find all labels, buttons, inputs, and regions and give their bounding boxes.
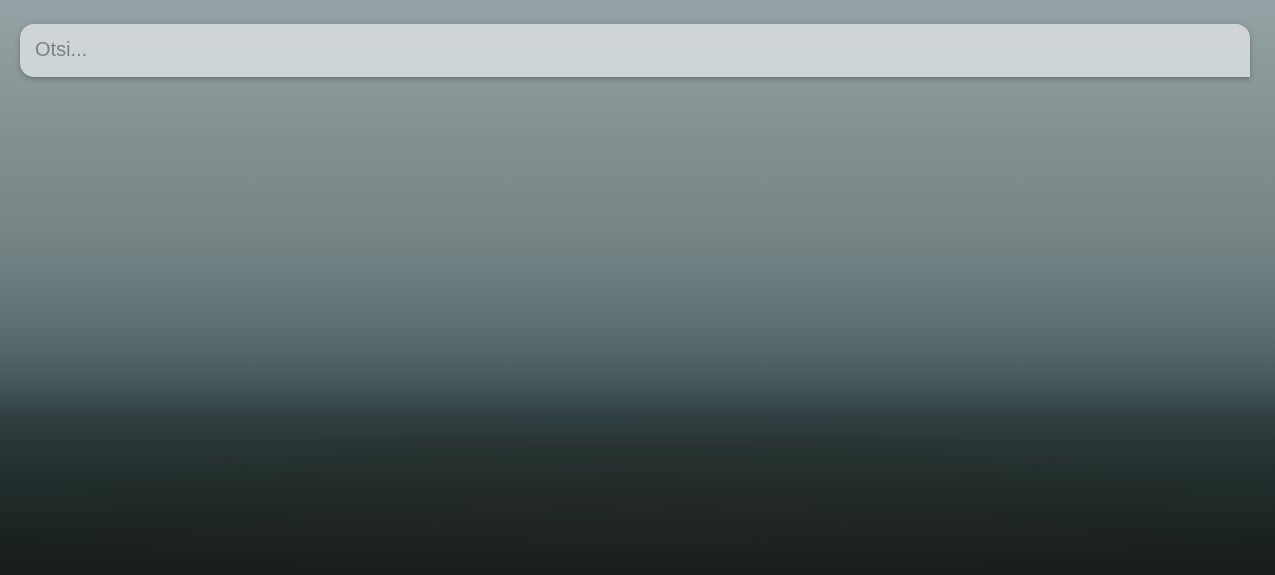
search-input[interactable] — [20, 24, 1250, 77]
search-bar — [20, 24, 1250, 77]
misty-landscape-background — [0, 0, 1275, 575]
